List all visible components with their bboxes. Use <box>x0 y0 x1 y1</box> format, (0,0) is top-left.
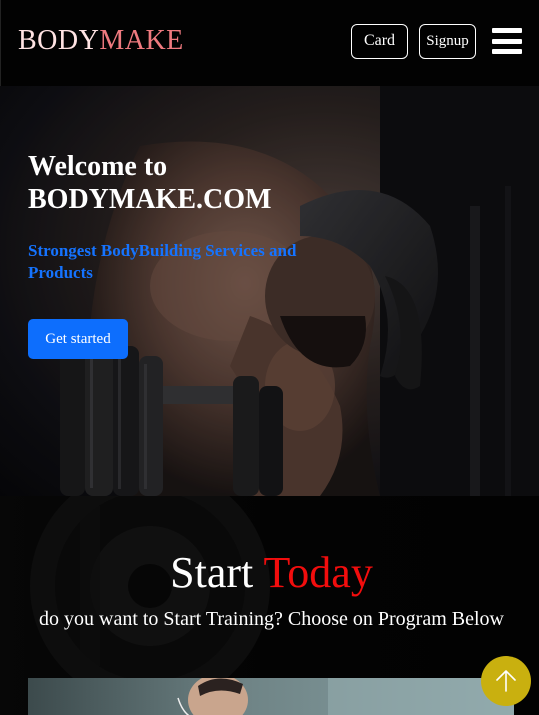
hero-background-image <box>0 86 539 496</box>
hero-section: Welcome to BODYMAKE.COM Strongest BodyBu… <box>0 86 539 496</box>
signup-button[interactable]: Signup <box>419 24 476 59</box>
brand-logo[interactable]: BODYMAKE <box>18 25 184 57</box>
brand-part-make: MAKE <box>99 25 184 56</box>
hero-title: Welcome to BODYMAKE.COM <box>28 151 272 215</box>
brand-part-body: BODY <box>18 25 100 56</box>
start-today-subtitle: do you want to Start Training? Choose on… <box>39 608 504 630</box>
get-started-button[interactable]: Get started <box>28 319 128 359</box>
program-image[interactable] <box>28 678 514 715</box>
arrow-up-icon <box>496 670 516 692</box>
start-today-word-today: Today <box>263 548 373 597</box>
program-photo <box>177 678 514 715</box>
menu-bar <box>492 49 522 54</box>
scroll-to-top-button[interactable] <box>481 656 531 706</box>
menu-bar <box>492 28 522 33</box>
start-today-heading: Start Today <box>0 546 539 600</box>
start-today-word-start: Start <box>170 548 254 597</box>
card-button[interactable]: Card <box>351 24 408 59</box>
top-navbar: BODYMAKE Card Signup <box>0 0 539 86</box>
hero-subtitle: Strongest BodyBuilding Services and Prod… <box>28 241 297 282</box>
hamburger-menu-icon[interactable] <box>492 28 522 54</box>
menu-bar <box>492 38 522 44</box>
start-today-section: Start Today do you want to Start Trainin… <box>0 496 539 715</box>
